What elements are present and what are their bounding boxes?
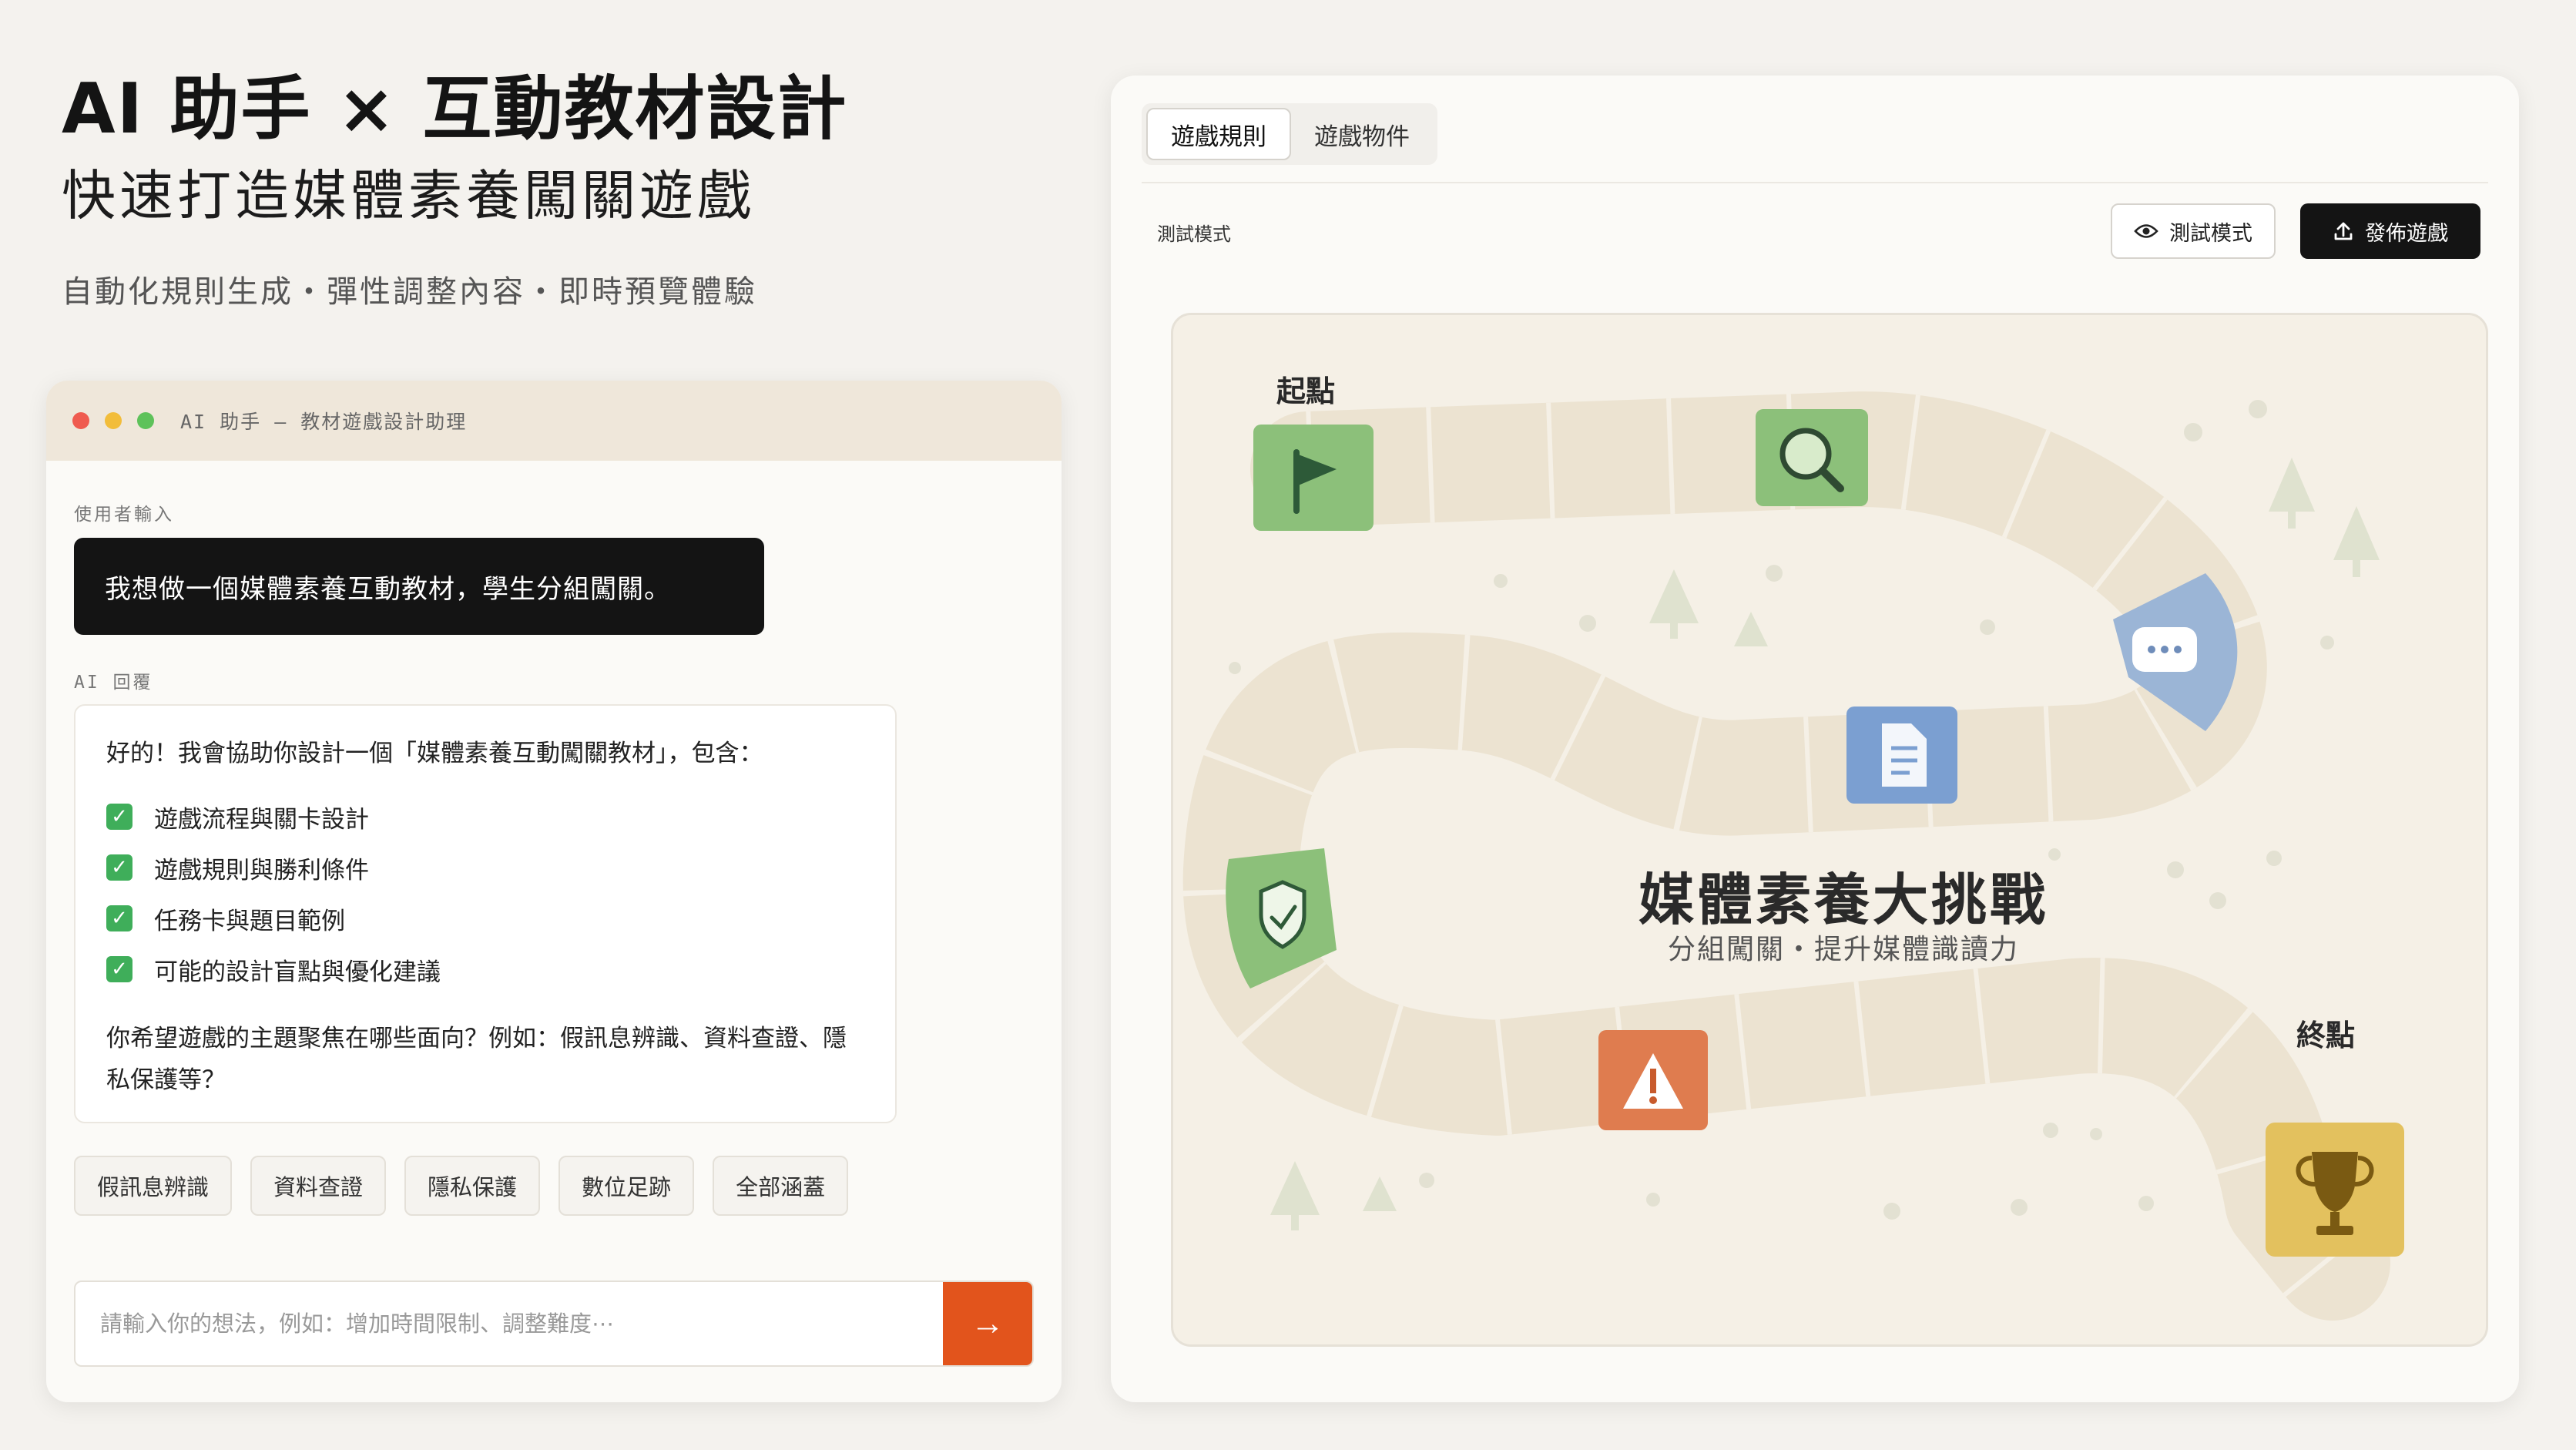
ai-reply-label: AI 回覆 <box>74 673 153 693</box>
mode-label: 測試模式 <box>1157 223 1231 245</box>
hero-title: AI 助手 × 互動教材設計 <box>62 69 848 149</box>
suggestion-chips: 假訊息辨識 資料查證 隱私保護 數位足跡 全部涵蓋 <box>74 1156 849 1216</box>
document-icon <box>1846 707 1957 804</box>
publish-game-button[interactable]: 發佈遊戲 <box>2300 203 2480 259</box>
game-editor-panel: 遊戲規則 遊戲物件 測試模式 測試模式 發佈遊戲 起點 終點 媒體素養大挑戰 分… <box>1111 76 2519 1402</box>
check-icon: ✓ <box>106 854 132 881</box>
checklist-item: ✓ 可能的設計盲點與優化建議 <box>106 944 864 995</box>
upload-icon <box>2334 222 2353 240</box>
trophy-icon <box>2266 1123 2404 1257</box>
chat-input-row: → <box>74 1280 1034 1367</box>
chip-digital-footprint[interactable]: 數位足跡 <box>558 1156 695 1216</box>
eye-icon <box>2134 224 2158 238</box>
ai-chat-window: AI 助手 – 教材遊戲設計助理 使用者輸入 我想做一個媒體素養互動教材，學生分… <box>46 381 1062 1402</box>
chip-privacy[interactable]: 隱私保護 <box>404 1156 541 1216</box>
tab-game-objects[interactable]: 遊戲物件 <box>1291 108 1433 160</box>
check-icon: ✓ <box>106 804 132 830</box>
maximize-window-dot[interactable] <box>137 412 154 429</box>
game-board-preview: 起點 終點 媒體素養大挑戰 分組闖關・提升媒體識讀力 <box>1171 313 2488 1347</box>
board-path-drawing <box>1182 391 2404 1321</box>
ai-intro-text: 好的！我會協助你設計一個「媒體素養互動闖關教材」，包含： <box>106 740 763 767</box>
ai-checklist: ✓ 遊戲流程與關卡設計 ✓ 遊戲規則與勝利條件 ✓ 任務卡與題目範例 ✓ 可能的設計盲點… <box>106 791 864 995</box>
chip-misinformation[interactable]: 假訊息辨識 <box>74 1156 233 1216</box>
checklist-item: ✓ 任務卡與題目範例 <box>106 893 864 944</box>
ai-question-text: 你希望遊戲的主題聚焦在哪些面向？例如：假訊息辨識、資料查證、隱私保護等？ <box>106 1025 847 1094</box>
checklist-item: ✓ 遊戲流程與關卡設計 <box>106 791 864 842</box>
board-title: 媒體素養大挑戰 <box>1638 868 2048 932</box>
chip-fact-check[interactable]: 資料查證 <box>250 1156 387 1216</box>
board-subtitle: 分組闖關・提升媒體識讀力 <box>1667 934 2019 965</box>
tab-game-rules[interactable]: 遊戲規則 <box>1146 108 1291 160</box>
minimize-window-dot[interactable] <box>105 412 122 429</box>
user-message-bubble: 我想做一個媒體素養互動教材，學生分組闖關。 <box>74 538 764 635</box>
send-button[interactable]: → <box>943 1282 1032 1365</box>
test-mode-button[interactable]: 測試模式 <box>2111 203 2276 259</box>
chip-all-topics[interactable]: 全部涵蓋 <box>713 1156 849 1216</box>
hero: AI 助手 × 互動教材設計 快速打造媒體素養闖關遊戲 自動化規則生成・彈性調整… <box>62 66 1063 311</box>
window-title: AI 助手 – 教材遊戲設計助理 <box>180 411 468 433</box>
check-icon: ✓ <box>106 905 132 931</box>
hero-tagline: 自動化規則生成・彈性調整內容・即時預覽體驗 <box>62 274 757 310</box>
ai-reply-box: 好的！我會協助你設計一個「媒體素養互動闖關教材」，包含： ✓ 遊戲流程與關卡設計 … <box>74 704 897 1123</box>
warning-icon <box>1598 1030 1708 1130</box>
search-icon <box>1756 409 1868 506</box>
board-end-label: 終點 <box>2296 1019 2356 1052</box>
board-start-label: 起點 <box>1276 374 1336 408</box>
window-titlebar: AI 助手 – 教材遊戲設計助理 <box>46 381 1062 461</box>
user-input-label: 使用者輸入 <box>74 505 174 525</box>
checklist-item: ✓ 遊戲規則與勝利條件 <box>106 842 864 893</box>
hero-subtitle: 快速打造媒體素養闖關遊戲 <box>62 164 755 227</box>
arrow-right-icon: → <box>971 1304 1005 1342</box>
chat-input[interactable] <box>75 1282 943 1365</box>
editor-tabs: 遊戲規則 遊戲物件 <box>1142 103 1437 165</box>
flag-icon <box>1253 425 1374 531</box>
close-window-dot[interactable] <box>72 412 89 429</box>
check-icon: ✓ <box>106 956 132 982</box>
tab-divider <box>1142 182 2488 183</box>
